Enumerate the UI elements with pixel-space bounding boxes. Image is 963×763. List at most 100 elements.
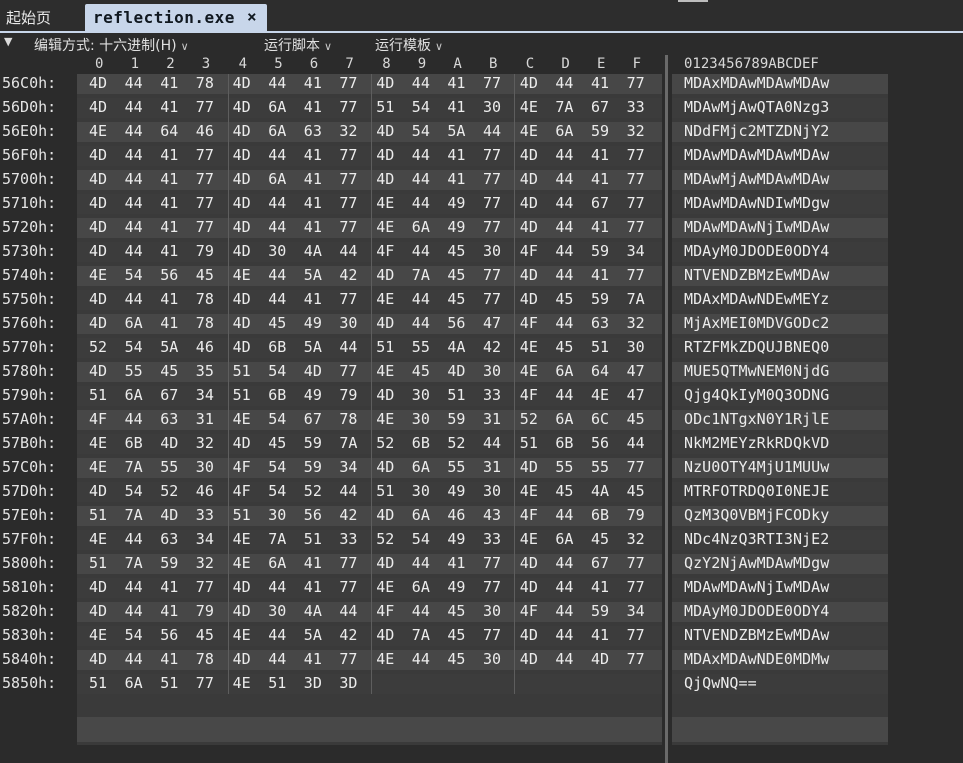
hex-byte[interactable]: 6A: [555, 122, 573, 140]
run-template-dropdown[interactable]: 运行模板 ∨: [375, 35, 443, 55]
hex-byte[interactable]: 4D: [233, 434, 251, 452]
hex-byte[interactable]: 4A: [304, 242, 322, 260]
hex-byte[interactable]: 77: [196, 98, 214, 116]
hex-byte[interactable]: 41: [591, 266, 609, 284]
hex-byte[interactable]: 67: [591, 194, 609, 212]
hex-byte[interactable]: 4D: [376, 506, 394, 524]
hex-byte[interactable]: 44: [555, 578, 573, 596]
ascii-text[interactable]: MDAxMDAwMDAwMDAw: [684, 74, 829, 92]
hex-byte[interactable]: 44: [555, 146, 573, 164]
hex-byte[interactable]: 41: [304, 218, 322, 236]
hex-byte[interactable]: 41: [304, 290, 322, 308]
hex-byte[interactable]: 41: [160, 98, 178, 116]
hex-byte[interactable]: 44: [555, 266, 573, 284]
hex-byte[interactable]: 44: [268, 578, 286, 596]
hex-byte[interactable]: 77: [627, 146, 645, 164]
hex-byte[interactable]: 44: [555, 242, 573, 260]
hex-byte[interactable]: 44: [555, 602, 573, 620]
ascii-text[interactable]: MDAyM0JDODE0ODY4: [684, 242, 829, 260]
hex-byte[interactable]: 51: [376, 482, 394, 500]
hex-byte[interactable]: 4E: [233, 554, 251, 572]
hex-byte[interactable]: 30: [196, 458, 214, 476]
hex-byte[interactable]: 47: [627, 386, 645, 404]
hex-byte[interactable]: 55: [125, 362, 143, 380]
ascii-text[interactable]: MDAwMDAwNDIwMDgw: [684, 194, 829, 212]
hex-byte[interactable]: 49: [447, 194, 465, 212]
hex-byte[interactable]: 52: [376, 530, 394, 548]
hex-byte[interactable]: 41: [447, 98, 465, 116]
hex-byte[interactable]: 4D: [233, 578, 251, 596]
hex-byte[interactable]: 41: [591, 218, 609, 236]
hex-byte[interactable]: 44: [125, 290, 143, 308]
hex-byte[interactable]: 4D: [520, 218, 538, 236]
hex-byte[interactable]: 77: [196, 674, 214, 692]
hex-byte[interactable]: 79: [627, 506, 645, 524]
hex-byte[interactable]: 30: [268, 242, 286, 260]
hex-byte[interactable]: 77: [196, 578, 214, 596]
hex-byte[interactable]: 78: [196, 650, 214, 668]
hex-byte[interactable]: 4D: [89, 146, 107, 164]
hex-byte[interactable]: 41: [160, 194, 178, 212]
hex-byte[interactable]: 41: [304, 554, 322, 572]
hex-byte[interactable]: 6B: [125, 434, 143, 452]
hex-byte[interactable]: 4D: [376, 266, 394, 284]
hex-byte[interactable]: 44: [627, 434, 645, 452]
hex-byte[interactable]: 44: [412, 242, 430, 260]
hex-byte[interactable]: 6A: [555, 362, 573, 380]
hex-byte[interactable]: 32: [196, 434, 214, 452]
collapse-toolbar-icon[interactable]: ▼: [4, 35, 12, 48]
hex-byte[interactable]: 77: [339, 290, 357, 308]
hex-byte[interactable]: 44: [339, 242, 357, 260]
hex-byte[interactable]: 4D: [89, 98, 107, 116]
hex-byte[interactable]: 41: [591, 146, 609, 164]
hex-byte[interactable]: 44: [125, 218, 143, 236]
hex-byte[interactable]: 44: [412, 314, 430, 332]
hex-byte[interactable]: 4A: [591, 482, 609, 500]
hex-byte[interactable]: 51: [89, 554, 107, 572]
hex-byte[interactable]: 44: [412, 554, 430, 572]
hex-byte[interactable]: 44: [555, 218, 573, 236]
ascii-text[interactable]: QzM3Q0VBMjFCODky: [684, 506, 829, 524]
hex-byte[interactable]: 51: [447, 386, 465, 404]
hex-byte[interactable]: 43: [483, 506, 501, 524]
hex-byte[interactable]: 32: [627, 122, 645, 140]
hex-byte[interactable]: 4F: [89, 410, 107, 428]
hex-byte[interactable]: 45: [627, 482, 645, 500]
hex-byte[interactable]: 4D: [520, 626, 538, 644]
hex-byte[interactable]: 4D: [89, 578, 107, 596]
hex-byte[interactable]: 4D: [520, 290, 538, 308]
hex-byte[interactable]: 32: [196, 554, 214, 572]
hex-byte[interactable]: 59: [591, 290, 609, 308]
hex-byte[interactable]: 41: [160, 146, 178, 164]
run-script-dropdown[interactable]: 运行脚本 ∨: [264, 35, 332, 55]
hex-byte[interactable]: 30: [268, 506, 286, 524]
ascii-text[interactable]: MUE5QTMwNEM0NjdG: [684, 362, 829, 380]
hex-byte[interactable]: 4D: [160, 506, 178, 524]
hex-byte[interactable]: 7A: [125, 458, 143, 476]
hex-byte[interactable]: 6A: [125, 674, 143, 692]
hex-byte[interactable]: 4D: [376, 170, 394, 188]
hex-byte[interactable]: 46: [196, 122, 214, 140]
hex-byte[interactable]: 41: [447, 74, 465, 92]
hex-byte[interactable]: 4D: [376, 146, 394, 164]
hex-byte[interactable]: 4D: [233, 218, 251, 236]
hex-byte[interactable]: 52: [447, 434, 465, 452]
hex-byte[interactable]: 4D: [304, 362, 322, 380]
hex-byte[interactable]: 77: [196, 218, 214, 236]
ascii-text[interactable]: MDAxMDAwNDEwMEYz: [684, 290, 829, 308]
hex-byte[interactable]: 44: [125, 146, 143, 164]
hex-byte[interactable]: 44: [125, 194, 143, 212]
edit-mode-dropdown[interactable]: 编辑方式: 十六进制(H) ∨: [34, 35, 189, 55]
hex-byte[interactable]: 44: [268, 650, 286, 668]
hex-byte[interactable]: 54: [268, 482, 286, 500]
hex-byte[interactable]: 51: [233, 386, 251, 404]
hex-byte[interactable]: 4D: [89, 218, 107, 236]
hex-byte[interactable]: 55: [555, 458, 573, 476]
hex-byte[interactable]: 45: [412, 362, 430, 380]
hex-byte[interactable]: 6C: [591, 410, 609, 428]
hex-byte[interactable]: 56: [160, 266, 178, 284]
hex-byte[interactable]: 77: [483, 290, 501, 308]
hex-byte[interactable]: 44: [268, 194, 286, 212]
hex-byte[interactable]: 4D: [233, 290, 251, 308]
hex-byte[interactable]: 4F: [520, 602, 538, 620]
